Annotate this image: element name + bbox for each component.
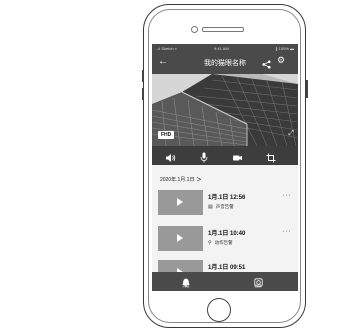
top-bar: ..ıl Sketch ≈ 9:41 AM ∦ 100% ▬ ← 我的猫眼名称 … [152,44,298,74]
record-time: 1月.1日 09:51 [208,265,246,271]
record-tag: ▤ 声音告警 [208,204,234,210]
date-filter[interactable]: 2020年.1月.1日 > [160,175,201,184]
app-screen: ..ıl Sketch ≈ 9:41 AM ∦ 100% ▬ ← 我的猫眼名称 … [152,44,298,291]
motion-alert-icon: ⚲ [208,240,212,246]
more-options-icon[interactable]: ··· [283,228,292,235]
play-icon [177,198,183,206]
record-time: 1月.1日 10:40 [208,231,246,237]
record-tag: ⚲ 动作告警 [208,240,233,246]
record-tag-label: 声音告警 [215,204,234,209]
playback-icon [238,274,278,287]
gear-icon[interactable]: ⚙ [277,56,285,65]
microphone-icon[interactable] [200,150,208,168]
front-camera [191,26,198,33]
more-options-icon[interactable]: ··· [283,192,292,199]
bottom-nav: 消息 回放 [152,272,298,291]
power-button [306,80,308,98]
volume-up-button [142,70,144,82]
status-carrier: ..ıl Sketch ≈ [156,46,177,51]
tab-label: 消息 [182,284,190,288]
record-item[interactable]: 1月.1日 10:40 ⚲ 动作告警 ··· [158,226,294,254]
record-time: 1月.1日 12:56 [208,195,246,201]
fullscreen-icon[interactable]: ⤢ [288,130,294,138]
crop-icon[interactable] [266,150,276,168]
video-controls-bar [152,146,298,165]
quality-badge[interactable]: FHD [158,131,175,139]
record-thumbnail[interactable] [158,226,203,251]
status-battery: ∦ 100% ▬ [275,46,294,51]
earpiece-speaker [202,27,244,32]
tab-label: 回放 [254,284,262,288]
video-record-icon[interactable] [232,150,243,168]
bell-icon [166,274,206,287]
sound-alert-icon: ▤ [208,204,213,210]
date-label: 2020年.1月.1日 [160,177,195,183]
record-item[interactable]: 1月.1日 12:56 ▤ 声音告警 ··· [158,190,294,218]
tab-messages[interactable]: 消息 [166,274,206,289]
record-tag-label: 动作告警 [214,240,233,245]
volume-down-button [142,88,144,100]
speaker-icon[interactable] [165,150,176,168]
live-video-view[interactable]: FHD ⤢ [152,74,298,146]
home-button[interactable] [207,298,231,322]
chevron-right-icon: > [196,175,202,184]
play-icon [177,234,183,242]
share-icon[interactable] [262,56,271,74]
record-thumbnail[interactable] [158,190,203,215]
status-time: 9:41 AM [214,46,229,51]
tab-playback[interactable]: 回放 [238,274,278,289]
